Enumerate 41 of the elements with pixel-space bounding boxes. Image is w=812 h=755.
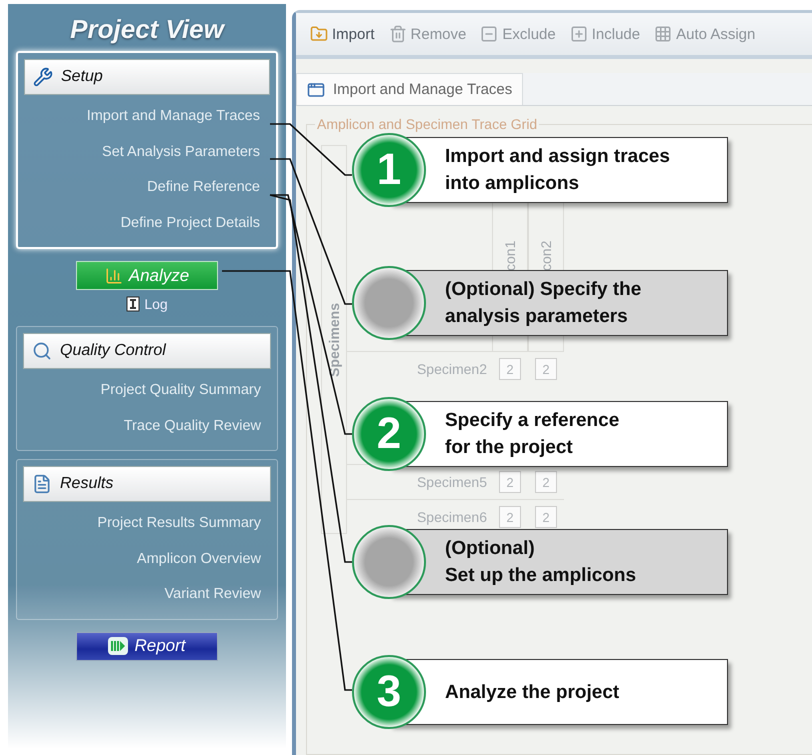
log-icon <box>126 296 140 312</box>
analyze-button[interactable]: Analyze <box>76 261 218 290</box>
row-label: Specimen6 <box>416 509 488 525</box>
grid-cell: 2 <box>535 506 557 528</box>
sidebar-link[interactable]: Amplicon Overview <box>136 542 271 577</box>
grid-cell: 2 <box>535 358 557 380</box>
sidebar-title: Project View <box>69 14 226 45</box>
sidebar-link[interactable]: Import and Manage Traces <box>86 99 270 134</box>
row-label: Specimen5 <box>416 474 488 490</box>
grid-cell: 2 <box>499 358 521 380</box>
section-header-button[interactable]: Setup <box>24 59 270 95</box>
sidebar-link[interactable]: Define Project Details <box>120 206 270 241</box>
sidebar-link[interactable]: Project Results Summary <box>97 506 271 542</box>
window-icon <box>307 80 325 98</box>
section-header-button[interactable]: Results <box>23 466 271 502</box>
toolbar-icon <box>480 25 498 43</box>
toolbar-icon <box>654 25 672 43</box>
log-link[interactable]: Log <box>126 296 168 312</box>
toolbar-button[interactable]: Import <box>310 25 375 43</box>
sidebar-link[interactable]: Trace Quality Review <box>124 408 271 444</box>
sidebar-link[interactable]: Define Reference <box>147 170 270 206</box>
report-button[interactable]: Report <box>76 632 218 660</box>
bar-chart-icon <box>104 266 123 284</box>
sidebar-link[interactable]: Variant Review <box>164 577 271 612</box>
toolbar-icon <box>570 25 588 43</box>
section-header-button[interactable]: Quality Control <box>23 333 271 369</box>
row-header: Specimens <box>321 145 347 534</box>
sidebar-link[interactable]: Project Quality Summary <box>100 373 271 408</box>
tab[interactable]: Import and Manage Traces <box>296 73 524 105</box>
toolbar-icon <box>388 25 407 43</box>
grid-cell: 2 <box>499 471 521 493</box>
report-icon <box>108 637 128 655</box>
grid-cell: 2 <box>535 471 557 493</box>
sidebar-link[interactable]: Set Analysis Parameters <box>102 134 270 170</box>
magnifier-icon <box>32 341 52 361</box>
toolbar-icon <box>310 25 328 43</box>
wrench-icon <box>33 67 53 87</box>
grid-cell: 2 <box>499 506 521 528</box>
row-label: Specimen2 <box>416 361 488 377</box>
group-title: Amplicon and Specimen Trace Grid <box>315 116 540 132</box>
document-icon <box>32 474 52 494</box>
